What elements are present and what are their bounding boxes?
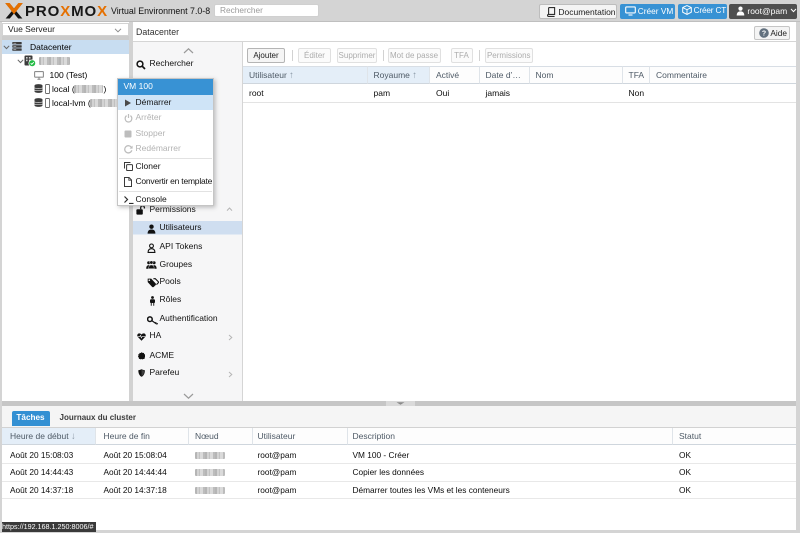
svg-text:?: ? — [761, 30, 765, 37]
